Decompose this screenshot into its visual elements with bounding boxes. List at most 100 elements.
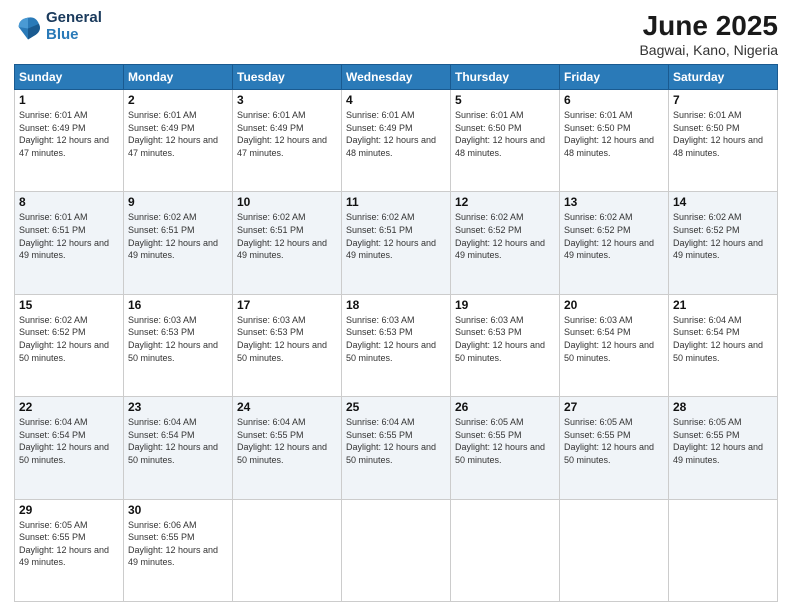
day-number: 27	[564, 400, 664, 414]
logo-text: General Blue	[46, 10, 102, 43]
day-number: 17	[237, 298, 337, 312]
calendar-cell: 21 Sunrise: 6:04 AMSunset: 6:54 PMDayligh…	[669, 294, 778, 396]
day-info: Sunrise: 6:02 AMSunset: 6:52 PMDaylight:…	[673, 211, 773, 261]
calendar-cell	[669, 499, 778, 601]
calendar-cell: 23Sunrise: 6:04 AMSunset: 6:54 PMDayligh…	[124, 397, 233, 499]
calendar-cell: 11 Sunrise: 6:02 AMSunset: 6:51 PMDayligh…	[342, 192, 451, 294]
day-info: Sunrise: 6:02 AMSunset: 6:51 PMDaylight:…	[346, 211, 446, 261]
day-number: 28	[673, 400, 773, 414]
day-info: Sunrise: 6:04 AMSunset: 6:55 PMDaylight:…	[237, 416, 337, 466]
day-number: 2	[128, 93, 228, 107]
day-info: Sunrise: 6:03 AMSunset: 6:53 PMDaylight:…	[346, 314, 446, 364]
day-info: Sunrise: 6:04 AMSunset: 6:54 PMDaylight:…	[19, 416, 119, 466]
calendar: SundayMondayTuesdayWednesdayThursdayFrid…	[14, 64, 778, 602]
day-info: Sunrise: 6:04 AMSunset: 6:54 PMDaylight:…	[128, 416, 228, 466]
day-info: Sunrise: 6:05 AMSunset: 6:55 PMDaylight:…	[19, 519, 119, 569]
calendar-cell: 9 Sunrise: 6:02 AMSunset: 6:51 PMDaylight…	[124, 192, 233, 294]
weekday-header-wednesday: Wednesday	[342, 65, 451, 90]
day-info: Sunrise: 6:01 AMSunset: 6:50 PMDaylight:…	[564, 109, 664, 159]
day-info: Sunrise: 6:02 AMSunset: 6:52 PMDaylight:…	[19, 314, 119, 364]
calendar-cell: 6 Sunrise: 6:01 AMSunset: 6:50 PMDaylight…	[560, 90, 669, 192]
day-number: 7	[673, 93, 773, 107]
day-info: Sunrise: 6:05 AMSunset: 6:55 PMDaylight:…	[673, 416, 773, 466]
day-number: 4	[346, 93, 446, 107]
day-info: Sunrise: 6:02 AMSunset: 6:52 PMDaylight:…	[564, 211, 664, 261]
day-number: 26	[455, 400, 555, 414]
day-info: Sunrise: 6:05 AMSunset: 6:55 PMDaylight:…	[455, 416, 555, 466]
day-number: 10	[237, 195, 337, 209]
calendar-cell: 3 Sunrise: 6:01 AMSunset: 6:49 PMDaylight…	[233, 90, 342, 192]
calendar-cell: 15 Sunrise: 6:02 AMSunset: 6:52 PMDayligh…	[15, 294, 124, 396]
day-info: Sunrise: 6:01 AMSunset: 6:51 PMDaylight:…	[19, 211, 119, 261]
weekday-row: SundayMondayTuesdayWednesdayThursdayFrid…	[15, 65, 778, 90]
day-number: 21	[673, 298, 773, 312]
page: General Blue June 2025 Bagwai, Kano, Nig…	[0, 0, 792, 612]
calendar-cell: 1 Sunrise: 6:01 AMSunset: 6:49 PMDaylight…	[15, 90, 124, 192]
day-info: Sunrise: 6:03 AMSunset: 6:54 PMDaylight:…	[564, 314, 664, 364]
day-info: Sunrise: 6:04 AMSunset: 6:54 PMDaylight:…	[673, 314, 773, 364]
header: General Blue June 2025 Bagwai, Kano, Nig…	[14, 10, 778, 58]
calendar-cell: 29Sunrise: 6:05 AMSunset: 6:55 PMDayligh…	[15, 499, 124, 601]
day-info: Sunrise: 6:02 AMSunset: 6:51 PMDaylight:…	[237, 211, 337, 261]
day-number: 3	[237, 93, 337, 107]
calendar-cell: 14Sunrise: 6:02 AMSunset: 6:52 PMDayligh…	[669, 192, 778, 294]
calendar-cell	[560, 499, 669, 601]
calendar-cell	[451, 499, 560, 601]
calendar-cell: 19Sunrise: 6:03 AMSunset: 6:53 PMDayligh…	[451, 294, 560, 396]
calendar-week-5: 29Sunrise: 6:05 AMSunset: 6:55 PMDayligh…	[15, 499, 778, 601]
calendar-cell: 4 Sunrise: 6:01 AMSunset: 6:49 PMDaylight…	[342, 90, 451, 192]
calendar-week-1: 1 Sunrise: 6:01 AMSunset: 6:49 PMDaylight…	[15, 90, 778, 192]
calendar-cell: 2 Sunrise: 6:01 AMSunset: 6:49 PMDaylight…	[124, 90, 233, 192]
day-info: Sunrise: 6:05 AMSunset: 6:55 PMDaylight:…	[564, 416, 664, 466]
day-info: Sunrise: 6:01 AMSunset: 6:49 PMDaylight:…	[237, 109, 337, 159]
calendar-cell: 7Sunrise: 6:01 AMSunset: 6:50 PMDaylight…	[669, 90, 778, 192]
weekday-header-sunday: Sunday	[15, 65, 124, 90]
day-number: 1	[19, 93, 119, 107]
day-number: 16	[128, 298, 228, 312]
calendar-cell: 28 Sunrise: 6:05 AMSunset: 6:55 PMDayligh…	[669, 397, 778, 499]
calendar-cell: 13 Sunrise: 6:02 AMSunset: 6:52 PMDayligh…	[560, 192, 669, 294]
day-info: Sunrise: 6:01 AMSunset: 6:49 PMDaylight:…	[346, 109, 446, 159]
month-title: June 2025	[639, 10, 778, 42]
day-info: Sunrise: 6:01 AMSunset: 6:50 PMDaylight:…	[455, 109, 555, 159]
weekday-header-tuesday: Tuesday	[233, 65, 342, 90]
calendar-cell: 16 Sunrise: 6:03 AMSunset: 6:53 PMDayligh…	[124, 294, 233, 396]
day-number: 11	[346, 195, 446, 209]
day-number: 13	[564, 195, 664, 209]
calendar-cell: 30Sunrise: 6:06 AMSunset: 6:55 PMDayligh…	[124, 499, 233, 601]
day-number: 24	[237, 400, 337, 414]
day-info: Sunrise: 6:02 AMSunset: 6:51 PMDaylight:…	[128, 211, 228, 261]
calendar-cell: 27 Sunrise: 6:05 AMSunset: 6:55 PMDayligh…	[560, 397, 669, 499]
weekday-header-saturday: Saturday	[669, 65, 778, 90]
logo: General Blue	[14, 10, 102, 43]
calendar-cell	[342, 499, 451, 601]
day-number: 8	[19, 195, 119, 209]
calendar-week-4: 22 Sunrise: 6:04 AMSunset: 6:54 PMDayligh…	[15, 397, 778, 499]
calendar-cell: 18 Sunrise: 6:03 AMSunset: 6:53 PMDayligh…	[342, 294, 451, 396]
weekday-header-friday: Friday	[560, 65, 669, 90]
day-number: 25	[346, 400, 446, 414]
day-number: 19	[455, 298, 555, 312]
day-info: Sunrise: 6:06 AMSunset: 6:55 PMDaylight:…	[128, 519, 228, 569]
day-number: 9	[128, 195, 228, 209]
location: Bagwai, Kano, Nigeria	[639, 42, 778, 58]
calendar-cell: 17 Sunrise: 6:03 AMSunset: 6:53 PMDayligh…	[233, 294, 342, 396]
title-block: June 2025 Bagwai, Kano, Nigeria	[639, 10, 778, 58]
day-number: 15	[19, 298, 119, 312]
day-info: Sunrise: 6:04 AMSunset: 6:55 PMDaylight:…	[346, 416, 446, 466]
day-number: 6	[564, 93, 664, 107]
day-info: Sunrise: 6:03 AMSunset: 6:53 PMDaylight:…	[128, 314, 228, 364]
calendar-body: 1 Sunrise: 6:01 AMSunset: 6:49 PMDaylight…	[15, 90, 778, 602]
calendar-cell: 22 Sunrise: 6:04 AMSunset: 6:54 PMDayligh…	[15, 397, 124, 499]
weekday-header-monday: Monday	[124, 65, 233, 90]
weekday-header-thursday: Thursday	[451, 65, 560, 90]
day-number: 18	[346, 298, 446, 312]
day-info: Sunrise: 6:01 AMSunset: 6:49 PMDaylight:…	[19, 109, 119, 159]
day-number: 22	[19, 400, 119, 414]
calendar-cell: 25 Sunrise: 6:04 AMSunset: 6:55 PMDayligh…	[342, 397, 451, 499]
day-number: 12	[455, 195, 555, 209]
day-info: Sunrise: 6:03 AMSunset: 6:53 PMDaylight:…	[237, 314, 337, 364]
day-info: Sunrise: 6:01 AMSunset: 6:49 PMDaylight:…	[128, 109, 228, 159]
calendar-cell	[233, 499, 342, 601]
calendar-cell: 24 Sunrise: 6:04 AMSunset: 6:55 PMDayligh…	[233, 397, 342, 499]
